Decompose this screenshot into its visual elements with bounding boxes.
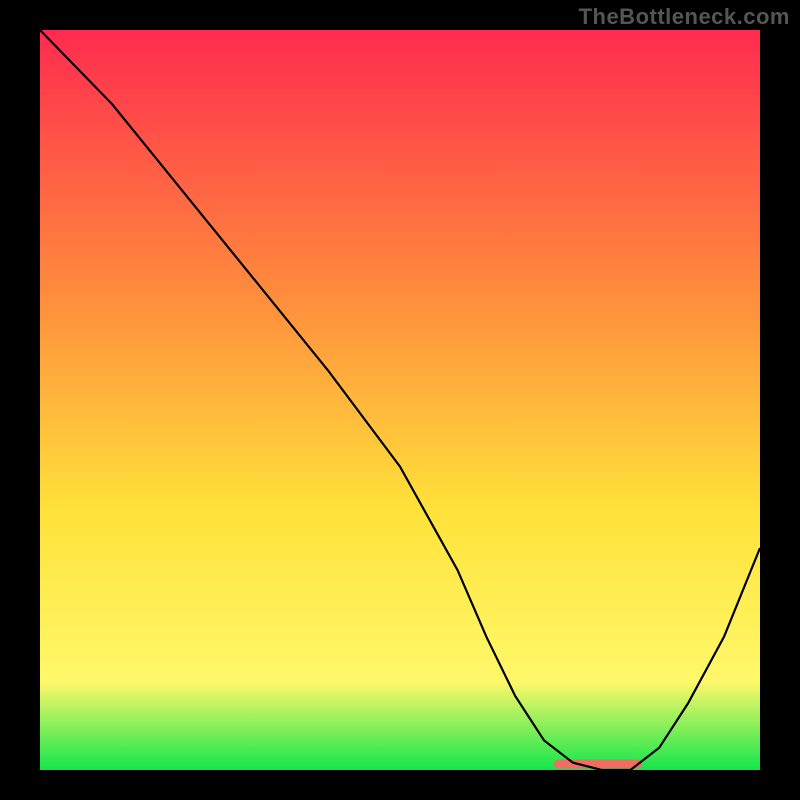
plot-area — [40, 30, 760, 770]
gradient-background — [40, 30, 760, 770]
watermark-text: TheBottleneck.com — [579, 4, 790, 30]
plot-svg — [40, 30, 760, 770]
chart-frame: TheBottleneck.com — [0, 0, 800, 800]
